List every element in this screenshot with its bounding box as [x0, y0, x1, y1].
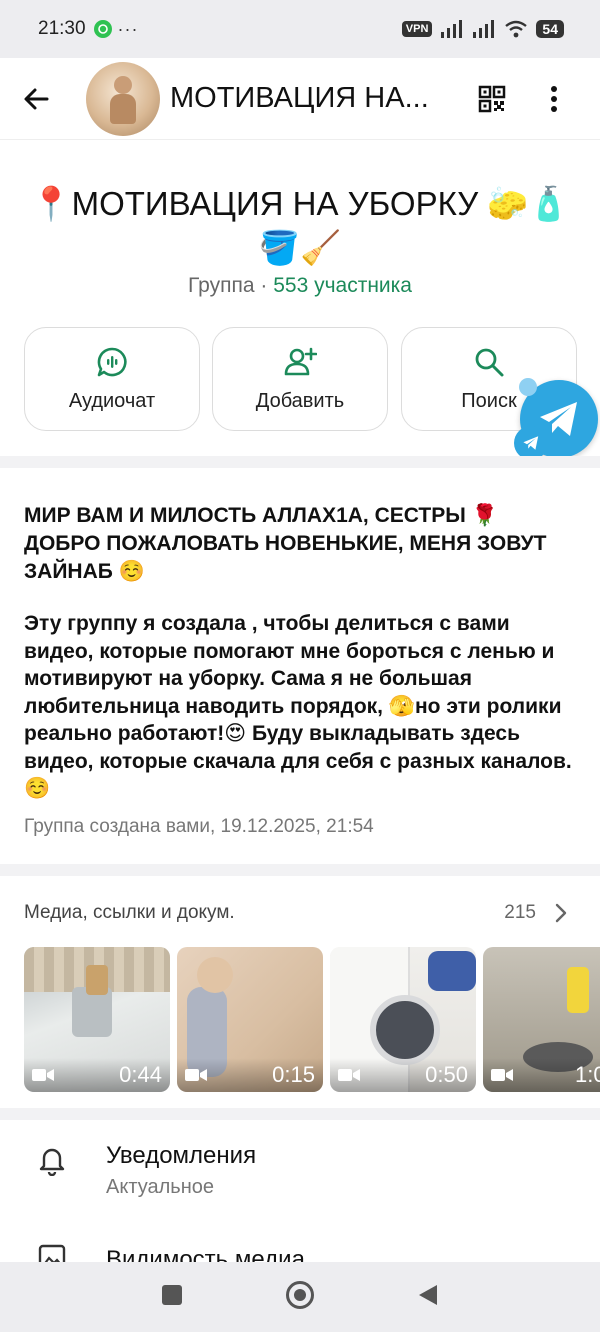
vpn-icon: VPN: [401, 21, 433, 37]
add-member-button[interactable]: Добавить: [212, 327, 388, 431]
section-divider: [0, 1108, 600, 1120]
subtitle-separator: ·: [254, 274, 274, 297]
media-thumbnail[interactable]: 0:15: [177, 947, 323, 1092]
system-nav-bar: [0, 1262, 600, 1332]
media-section: Медиа, ссылки и докум. 215 0:44 0:15 0:5…: [0, 876, 600, 1108]
status-icons: VPN 54: [401, 20, 564, 38]
group-description: МИР ВАМ И МИЛОСТЬ АЛЛАХ1А, СЕСТРЫ 🌹 ДОБР…: [0, 468, 600, 864]
group-subtitle: Группа · 553 участника: [0, 274, 600, 298]
video-duration: 0:15: [272, 1062, 315, 1087]
triangle-back-icon: [419, 1284, 437, 1305]
media-thumbnail[interactable]: 1:0: [483, 947, 600, 1092]
video-camera-icon: [185, 1069, 207, 1081]
members-count[interactable]: 553 участника: [273, 274, 412, 297]
more-notifications-icon: ···: [117, 18, 139, 39]
recents-button[interactable]: [161, 1284, 183, 1311]
search-icon: [475, 348, 504, 377]
description-body: Эту группу я создала , чтобы делиться с …: [24, 612, 572, 800]
audio-chat-icon: [97, 347, 127, 377]
status-bar: 21:30 ··· VPN 54: [0, 0, 600, 58]
qr-code-button[interactable]: [468, 75, 516, 123]
app-bar: МОТИВАЦИЯ НА...: [0, 58, 600, 140]
overlay-handle-dot[interactable]: [519, 378, 537, 396]
more-menu-button[interactable]: [530, 75, 578, 123]
audio-chat-button[interactable]: Аудиочат: [24, 327, 200, 431]
media-count[interactable]: 215: [504, 902, 536, 924]
bell-icon: [39, 1148, 65, 1176]
more-vertical-icon: [551, 85, 557, 112]
media-thumbnail[interactable]: 0:50: [330, 947, 476, 1092]
group-name: 📍МОТИВАЦИЯ НА УБОРКУ 🧽🧴🪣🧹: [30, 185, 570, 266]
group-created-info: Группа создана вами, 19.12.2025, 21:54: [24, 816, 374, 837]
chevron-right-icon[interactable]: [554, 902, 568, 929]
add-user-icon: [284, 347, 317, 376]
telegram-small-icon: [514, 426, 548, 460]
audio-chat-label: Аудиочат: [68, 390, 156, 412]
notifications-value: Актуальное: [106, 1176, 214, 1198]
notifications-row[interactable]: Уведомления Актуальное Видимость медиа: [0, 1120, 600, 1273]
group-header: 📍МОТИВАЦИЯ НА УБОРКУ 🧽🧴🪣🧹 Группа · 553 у…: [0, 140, 600, 456]
qr-code-icon: [478, 85, 506, 112]
video-camera-icon: [338, 1069, 360, 1081]
group-type: Группа: [187, 274, 255, 297]
signal-icon: [441, 20, 463, 38]
back-button[interactable]: [12, 75, 60, 123]
add-member-label: Добавить: [255, 390, 345, 412]
arrow-left-icon: [24, 88, 49, 109]
avatar-figure-body: [110, 93, 136, 124]
media-section-title[interactable]: Медиа, ссылки и докум.: [24, 902, 235, 924]
app-bar-title[interactable]: МОТИВАЦИЯ НА...: [170, 82, 460, 115]
video-duration: 1:0: [575, 1062, 600, 1087]
video-duration: 0:50: [425, 1062, 468, 1087]
signal-2-icon: [473, 20, 495, 38]
video-camera-icon: [32, 1069, 54, 1081]
status-time: 21:30: [38, 18, 86, 39]
video-duration: 0:44: [119, 1062, 162, 1087]
whatsapp-icon: [93, 20, 112, 38]
avatar-figure-head: [114, 75, 132, 94]
section-divider: [0, 864, 600, 876]
home-button[interactable]: [285, 1280, 315, 1315]
wifi-icon: [505, 20, 528, 38]
video-camera-icon: [491, 1069, 513, 1081]
square-icon: [162, 1284, 182, 1305]
back-nav-button[interactable]: [417, 1283, 439, 1312]
section-divider: [0, 456, 600, 468]
group-avatar[interactable]: [86, 61, 160, 136]
circle-icon: [286, 1280, 314, 1309]
media-thumbnail[interactable]: 0:44: [24, 947, 170, 1092]
description-title: МИР ВАМ И МИЛОСТЬ АЛЛАХ1А, СЕСТРЫ 🌹 ДОБР…: [24, 504, 547, 583]
battery-icon: 54: [536, 20, 564, 38]
notifications-title: Уведомления: [106, 1142, 257, 1169]
